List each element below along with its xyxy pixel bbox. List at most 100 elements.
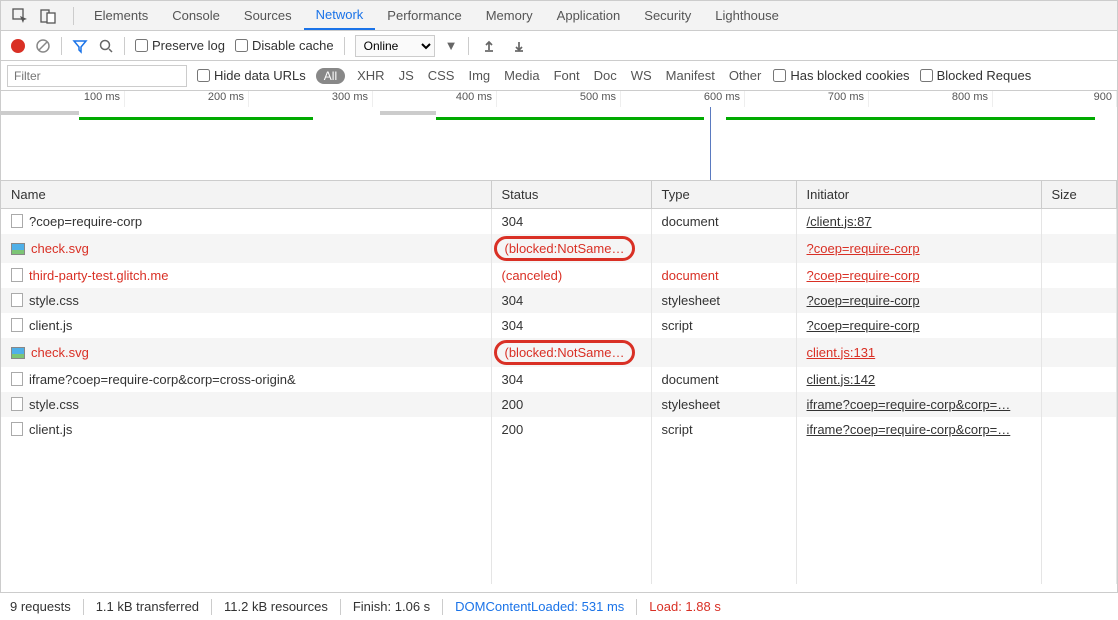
file-icon [11, 214, 23, 228]
filter-type-manifest[interactable]: Manifest [664, 68, 717, 83]
divider [636, 599, 637, 615]
tab-sources[interactable]: Sources [232, 1, 304, 30]
column-header-size[interactable]: Size [1041, 181, 1117, 209]
upload-har-icon[interactable] [479, 39, 499, 53]
throttling-select[interactable]: Online [355, 35, 435, 57]
filter-type-other[interactable]: Other [727, 68, 764, 83]
initiator-link[interactable]: ?coep=require-corp [807, 241, 920, 256]
preserve-log-checkbox[interactable]: Preserve log [135, 38, 225, 53]
sb-dcl: DOMContentLoaded: 531 ms [455, 599, 624, 614]
divider [83, 599, 84, 615]
tab-performance[interactable]: Performance [375, 1, 473, 30]
sb-requests: 9 requests [10, 599, 71, 614]
column-header-initiator[interactable]: Initiator [796, 181, 1041, 209]
has-blocked-cookies-checkbox[interactable]: Has blocked cookies [773, 68, 909, 83]
table-row[interactable]: third-party-test.glitch.me(canceled)docu… [1, 263, 1117, 288]
divider [124, 37, 125, 55]
timeline-tick: 600 ms [621, 91, 745, 107]
tab-application[interactable]: Application [545, 1, 633, 30]
file-icon [11, 268, 23, 282]
network-toolbar: Preserve log Disable cache Online ▼ [1, 31, 1117, 61]
sb-load: Load: 1.88 s [649, 599, 721, 614]
timeline-tick: 800 ms [869, 91, 993, 107]
file-icon [11, 422, 23, 436]
disable-cache-label: Disable cache [252, 38, 334, 53]
initiator-link[interactable]: ?coep=require-corp [807, 318, 920, 333]
divider [211, 599, 212, 615]
timeline-tick: 400 ms [373, 91, 497, 107]
blocked-req-label: Blocked Reques [937, 68, 1032, 83]
filter-type-css[interactable]: CSS [426, 68, 457, 83]
clear-icon[interactable] [35, 38, 51, 54]
sb-resources: 11.2 kB resources [224, 599, 328, 614]
filter-type-font[interactable]: Font [552, 68, 582, 83]
divider [442, 599, 443, 615]
record-button[interactable] [11, 39, 25, 53]
tab-elements[interactable]: Elements [82, 1, 160, 30]
initiator-link[interactable]: iframe?coep=require-corp&corp=… [807, 397, 1011, 412]
search-icon[interactable] [98, 38, 114, 54]
filter-type-all[interactable]: All [316, 68, 345, 84]
filter-type-xhr[interactable]: XHR [355, 68, 386, 83]
divider [344, 37, 345, 55]
tab-network[interactable]: Network [304, 1, 376, 30]
tab-memory[interactable]: Memory [474, 1, 545, 30]
initiator-link[interactable]: client.js:142 [807, 372, 876, 387]
tab-lighthouse[interactable]: Lighthouse [703, 1, 791, 30]
initiator-link[interactable]: ?coep=require-corp [807, 293, 920, 308]
table-row[interactable]: style.css200stylesheetiframe?coep=requir… [1, 392, 1117, 417]
column-header-type[interactable]: Type [651, 181, 796, 209]
timeline-tick: 900 [993, 91, 1117, 107]
timeline-tick: 500 ms [497, 91, 621, 107]
filter-toggle-icon[interactable] [72, 38, 88, 54]
filter-input[interactable] [7, 65, 187, 87]
divider [468, 37, 469, 55]
requests-table: NameStatusTypeInitiatorSize ?coep=requir… [1, 181, 1117, 442]
table-row[interactable]: style.css304stylesheet?coep=require-corp [1, 288, 1117, 313]
image-file-icon [11, 243, 25, 255]
filter-type-doc[interactable]: Doc [592, 68, 619, 83]
hide-data-urls-checkbox[interactable]: Hide data URLs [197, 68, 306, 83]
sb-transferred: 1.1 kB transferred [96, 599, 199, 614]
table-row[interactable]: ?coep=require-corp304document/client.js:… [1, 209, 1117, 234]
table-row[interactable]: check.svg(blocked:NotSame…client.js:131 [1, 338, 1117, 367]
status-highlight: (blocked:NotSame… [494, 236, 636, 261]
initiator-link[interactable]: /client.js:87 [807, 214, 872, 229]
download-har-icon[interactable] [509, 39, 529, 53]
hide-data-urls-label: Hide data URLs [214, 68, 306, 83]
table-row[interactable]: check.svg(blocked:NotSame…?coep=require-… [1, 234, 1117, 263]
blocked-requests-checkbox[interactable]: Blocked Reques [920, 68, 1032, 83]
divider [340, 599, 341, 615]
disable-cache-checkbox[interactable]: Disable cache [235, 38, 334, 53]
device-toolbar-icon[interactable] [37, 5, 59, 27]
initiator-link[interactable]: ?coep=require-corp [807, 268, 920, 283]
table-row[interactable]: client.js200scriptiframe?coep=require-co… [1, 417, 1117, 442]
table-row[interactable]: client.js304script?coep=require-corp [1, 313, 1117, 338]
column-header-name[interactable]: Name [1, 181, 491, 209]
table-empty-area [1, 442, 1117, 584]
timeline-tick: 200 ms [125, 91, 249, 107]
tab-console[interactable]: Console [160, 1, 232, 30]
table-row[interactable]: iframe?coep=require-corp&corp=cross-orig… [1, 367, 1117, 392]
file-icon [11, 397, 23, 411]
timeline-tick: 100 ms [1, 91, 125, 107]
filter-type-img[interactable]: Img [466, 68, 492, 83]
filter-type-ws[interactable]: WS [629, 68, 654, 83]
tab-security[interactable]: Security [632, 1, 703, 30]
image-file-icon [11, 347, 25, 359]
throttling-dropdown-icon[interactable]: ▼ [445, 38, 458, 53]
filter-type-js[interactable]: JS [397, 68, 416, 83]
filter-bar: Hide data URLs All XHR JS CSS Img Media Font D… [1, 61, 1117, 91]
inspect-icon[interactable] [9, 5, 31, 27]
status-bar: 9 requests 1.1 kB transferred 11.2 kB re… [0, 592, 1118, 620]
timeline-tick: 700 ms [745, 91, 869, 107]
divider [61, 37, 62, 55]
filter-type-media[interactable]: Media [502, 68, 541, 83]
sb-finish: Finish: 1.06 s [353, 599, 430, 614]
status-highlight: (blocked:NotSame… [494, 340, 636, 365]
timeline-overview[interactable]: 100 ms200 ms300 ms400 ms500 ms600 ms700 … [1, 91, 1117, 181]
initiator-link[interactable]: client.js:131 [807, 345, 876, 360]
initiator-link[interactable]: iframe?coep=require-corp&corp=… [807, 422, 1011, 437]
timeline-tick: 300 ms [249, 91, 373, 107]
column-header-status[interactable]: Status [491, 181, 651, 209]
